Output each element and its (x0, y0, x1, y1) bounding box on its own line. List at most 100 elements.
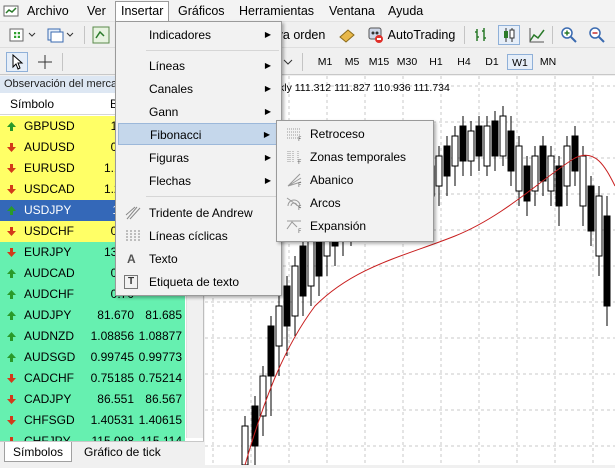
menu-item-texto[interactable]: A Texto (118, 248, 279, 270)
line-chart-button[interactable] (526, 25, 548, 45)
ask-price: 1.40615 (138, 413, 182, 427)
menu-item-gann[interactable]: Gann ▶ (118, 101, 279, 123)
menu-item-lineas-ciclicas[interactable]: Líneas cíclicas (118, 225, 279, 247)
candle (467, 130, 475, 162)
timeframe-m5[interactable]: M5 (339, 54, 365, 70)
autotrading-button[interactable]: AutoTrading (362, 25, 458, 45)
tab-grafico-de-tick[interactable]: Gráfico de tick (76, 442, 169, 462)
menu-ventana[interactable]: Ventana (324, 3, 380, 20)
menu-item-lineas[interactable]: Líneas ▶ (118, 55, 279, 77)
candle (475, 125, 483, 157)
menu-item-retroceso[interactable]: F Retroceso (279, 123, 431, 145)
timeframe-m15[interactable]: M15 (366, 54, 392, 70)
market-watch-icon (92, 26, 110, 44)
symbol-name: CHFSGD (24, 413, 75, 427)
symbol-name: AUDCAD (24, 266, 75, 280)
profiles-button[interactable] (44, 25, 78, 45)
timeframe-m1[interactable]: M1 (312, 54, 338, 70)
candle (275, 305, 283, 347)
svg-text:F: F (298, 205, 302, 210)
menu-herramientas[interactable]: Herramientas (234, 3, 319, 20)
symbol-column-header[interactable]: Símbolo (10, 97, 54, 111)
menu-insertar[interactable]: Insertar (115, 1, 170, 22)
metaeditor-icon (339, 29, 355, 43)
draw-tools-dropdown[interactable] (282, 52, 294, 72)
zoom-in-button[interactable] (558, 25, 580, 45)
arrow-up-icon (7, 122, 16, 131)
svg-text:F: F (298, 159, 302, 164)
menu-item-figuras[interactable]: Figuras ▶ (118, 147, 279, 169)
ask-price: 81.685 (145, 308, 182, 322)
candlestick-chart-button[interactable] (498, 25, 520, 45)
menu-item-tridente-de-andrew[interactable]: Tridente de Andrew (118, 202, 279, 224)
symbol-name: AUDSGD (24, 350, 76, 364)
zoom-out-button[interactable] (586, 25, 608, 45)
menu-item-arcos[interactable]: F Arcos (279, 192, 431, 214)
bid-price: 86.551 (97, 392, 134, 406)
candle (459, 125, 467, 162)
tab-simbolos[interactable]: Símbolos (4, 442, 73, 462)
new-order-label: va orden (276, 28, 326, 42)
insert-menu: Indicadores ▶ Líneas ▶ Canales ▶ Gann ▶ Fibo… (115, 21, 282, 296)
menu-ver[interactable]: Ver (82, 3, 111, 20)
market-watch-button[interactable] (90, 25, 112, 45)
cursor-button[interactable] (6, 52, 28, 72)
arrow-down-icon (7, 185, 16, 194)
ask-price: 0.99773 (138, 350, 182, 364)
menu-archivo[interactable]: Archivo (22, 3, 74, 20)
app-menu-icon[interactable] (3, 3, 19, 19)
menu-graficos[interactable]: Gráficos (173, 3, 230, 20)
autotrading-icon (368, 27, 383, 43)
candle (515, 145, 523, 192)
menu-item-expansion[interactable]: F Expansión (279, 215, 431, 237)
metaeditor-button[interactable] (336, 25, 358, 45)
symbol-name: CADJPY (24, 392, 72, 406)
market-watch-row[interactable]: AUDNZD 1.08856 1.08877 (0, 326, 185, 347)
symbol-name: USDCAD (24, 182, 75, 196)
crosshair-button[interactable] (34, 52, 56, 72)
menu-item-canales[interactable]: Canales ▶ (118, 78, 279, 100)
new-chart-button[interactable] (6, 25, 40, 45)
zoom-out-icon (589, 27, 605, 43)
menu-item-fibonacci[interactable]: Fibonacci ▶ (118, 123, 279, 145)
menu-item-indicadores[interactable]: Indicadores ▶ (118, 24, 279, 46)
svg-text:F: F (298, 136, 302, 141)
autotrading-label: AutoTrading (387, 28, 456, 42)
symbol-name: USDJPY (24, 203, 72, 217)
menu-item-abanico[interactable]: F Abanico (279, 169, 431, 191)
symbol-name: AUDJPY (24, 308, 72, 322)
market-watch-row[interactable]: AUDSGD 0.99745 0.99773 (0, 347, 185, 368)
candle (587, 185, 595, 232)
timeframe-mn[interactable]: MN (535, 54, 561, 70)
timeframe-m30[interactable]: M30 (394, 54, 420, 70)
market-watch-row[interactable]: CHFSGD 1.40531 1.40615 (0, 410, 185, 431)
candle (491, 120, 499, 157)
market-watch-row[interactable]: AUDJPY 81.670 81.685 (0, 305, 185, 326)
fibo-retracement-icon: F (287, 128, 302, 141)
candlestick-icon (504, 28, 515, 42)
market-watch-row[interactable]: CADJPY 86.551 86.567 (0, 389, 185, 410)
svg-text:F: F (298, 228, 302, 233)
profiles-icon (47, 28, 74, 43)
line-chart-icon (529, 28, 545, 43)
bar-chart-icon (475, 28, 486, 41)
menu-ayuda[interactable]: Ayuda (383, 3, 428, 20)
menu-item-zonas-temporales[interactable]: F Zonas temporales (279, 146, 431, 168)
zoom-in-icon (561, 27, 577, 43)
timeframe-d1[interactable]: D1 (479, 54, 505, 70)
symbol-name: AUDUSD (24, 140, 75, 154)
timeframe-w1[interactable]: W1 (507, 54, 533, 70)
timeframe-h4[interactable]: H4 (451, 54, 477, 70)
timeframe-h1[interactable]: H1 (423, 54, 449, 70)
menu-item-etiqueta-de-texto[interactable]: T Etiqueta de texto (118, 271, 279, 293)
candle (451, 135, 459, 167)
symbol-name: EURJPY (24, 245, 72, 259)
symbol-name: AUDCHF (24, 287, 74, 301)
bar-chart-button[interactable] (470, 25, 492, 45)
new-chart-icon (9, 28, 36, 42)
fibo-arcs-icon: F (286, 197, 302, 210)
menu-item-flechas[interactable]: Flechas ▶ (118, 170, 279, 192)
arrow-down-icon (7, 416, 16, 425)
bid-price: 1.40531 (90, 413, 134, 427)
market-watch-row[interactable]: CADCHF 0.75185 0.75214 (0, 368, 185, 389)
